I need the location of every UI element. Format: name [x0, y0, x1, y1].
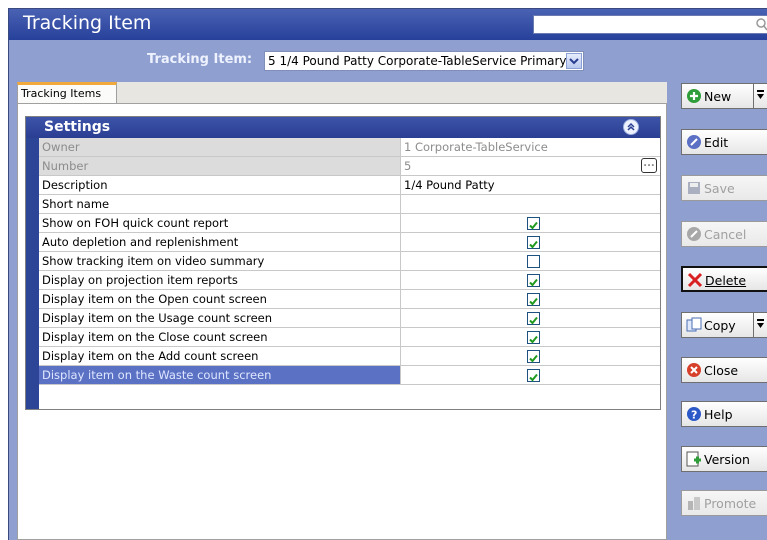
row-label: Display item on the Close count screen [39, 328, 401, 346]
copy-button[interactable]: Copy [681, 312, 767, 338]
promote-icon [688, 497, 700, 510]
close-button[interactable]: Close [681, 357, 767, 383]
row-label: Display item on the Add count screen [39, 347, 401, 365]
row-label: Auto depletion and replenishment [39, 233, 401, 251]
cancel-icon [687, 227, 701, 241]
settings-row-waste-count[interactable]: Display item on the Waste count screen [39, 366, 660, 385]
row-label: Description [39, 176, 401, 194]
version-label: Version [704, 452, 750, 467]
search-icon[interactable] [755, 17, 767, 31]
settings-row-usage-count[interactable]: Display item on the Usage count screen [39, 309, 660, 328]
settings-row-projection-reports[interactable]: Display on projection item reports [39, 271, 660, 290]
number-value: 5 ... [401, 157, 660, 175]
help-label: Help [704, 407, 733, 422]
settings-row-foh-quick-count[interactable]: Show on FOH quick count report [39, 214, 660, 233]
checkbox[interactable] [527, 274, 540, 287]
settings-row-short-name[interactable]: Short name [39, 195, 660, 214]
settings-row-number: Number 5 ... [39, 157, 660, 176]
number-text: 5 [404, 159, 412, 173]
tracking-item-select[interactable]: 5 1/4 Pound Patty Corporate-TableService… [264, 51, 584, 71]
tracking-item-label: Tracking Item: [147, 52, 253, 67]
selector-row: Tracking Item: 5 1/4 Pound Patty Corpora… [9, 40, 767, 76]
row-header-strip [26, 138, 39, 409]
promote-button[interactable]: Promote [681, 490, 767, 516]
row-label: Display item on the Waste count screen [39, 366, 401, 384]
version-button[interactable]: Version [681, 446, 767, 472]
short-name-field[interactable] [401, 195, 660, 213]
close-icon [687, 363, 701, 377]
settings-row-add-count[interactable]: Display item on the Add count screen [39, 347, 660, 366]
pencil-icon [687, 135, 701, 149]
checkbox[interactable] [527, 369, 540, 382]
settings-grid: Settings Owner 1 Corporate-TableService … [25, 116, 661, 410]
new-button[interactable]: New [681, 83, 767, 109]
description-field[interactable]: 1/4 Pound Patty [401, 176, 660, 194]
row-label: Show tracking item on video summary [39, 252, 401, 270]
checkbox[interactable] [527, 293, 540, 306]
checkbox[interactable] [527, 255, 540, 268]
settings-title: Settings [44, 119, 111, 135]
new-version-icon [686, 451, 701, 467]
save-button[interactable]: Save [681, 175, 767, 201]
row-label: Number [39, 157, 401, 175]
ellipsis-button[interactable]: ... [641, 158, 657, 173]
tab-strip: Tracking Items [17, 82, 667, 104]
chevron-down-icon [757, 319, 764, 328]
settings-row-video-summary[interactable]: Show tracking item on video summary [39, 252, 660, 271]
checkbox[interactable] [527, 217, 540, 230]
checkbox[interactable] [527, 312, 540, 325]
settings-row-auto-depletion[interactable]: Auto depletion and replenishment [39, 233, 660, 252]
settings-header[interactable]: Settings [26, 117, 660, 138]
search-input[interactable] [533, 15, 767, 34]
row-label: Display on projection item reports [39, 271, 401, 289]
chevron-down-icon[interactable] [566, 53, 582, 69]
promote-label: Promote [704, 496, 757, 511]
svg-text:?: ? [691, 409, 697, 422]
cancel-button[interactable]: Cancel [681, 221, 767, 247]
settings-row-owner: Owner 1 Corporate-TableService [39, 138, 660, 157]
help-icon: ? [687, 407, 701, 422]
checkbox[interactable] [527, 331, 540, 344]
tab-label: Tracking Items [21, 87, 102, 100]
tab-panel: Settings Owner 1 Corporate-TableService … [17, 103, 667, 540]
floppy-disk-icon [688, 182, 700, 194]
settings-row-open-count[interactable]: Display item on the Open count screen [39, 290, 660, 309]
help-button[interactable]: ? Help [681, 401, 767, 427]
settings-row-description[interactable]: Description 1/4 Pound Patty [39, 176, 660, 195]
checkbox[interactable] [527, 350, 540, 363]
title-bar: Tracking Item [9, 9, 767, 40]
checkbox[interactable] [527, 236, 540, 249]
close-label: Close [704, 363, 739, 378]
copy-dropdown-arrow[interactable] [753, 313, 767, 337]
row-label: Short name [39, 195, 401, 213]
copy-label: Copy [704, 318, 736, 333]
owner-value: 1 Corporate-TableService [404, 140, 548, 154]
new-dropdown-arrow[interactable] [753, 84, 767, 108]
settings-row-close-count[interactable]: Display item on the Close count screen [39, 328, 660, 347]
row-label: Display item on the Usage count screen [39, 309, 401, 327]
tracking-item-value: 5 1/4 Pound Patty Corporate-TableService… [268, 54, 567, 68]
new-label: New [704, 89, 732, 104]
row-label: Owner [39, 138, 401, 156]
save-label: Save [704, 181, 735, 196]
collapse-icon[interactable] [623, 119, 639, 135]
row-label: Show on FOH quick count report [39, 214, 401, 232]
delete-label: Delete [705, 273, 747, 288]
row-label: Display item on the Open count screen [39, 290, 401, 308]
main-window: Tracking Item Tracking Item: 5 1/4 Pound… [8, 8, 767, 540]
copy-icon [686, 317, 702, 332]
delete-button[interactable]: Delete [681, 266, 767, 292]
edit-label: Edit [704, 135, 729, 150]
plus-circle-icon [687, 89, 701, 103]
window-title: Tracking Item [23, 12, 152, 34]
chevron-down-icon [757, 90, 764, 99]
x-icon [687, 272, 703, 288]
cancel-label: Cancel [704, 227, 747, 242]
edit-button[interactable]: Edit [681, 129, 767, 155]
tab-tracking-items[interactable]: Tracking Items [17, 82, 117, 104]
